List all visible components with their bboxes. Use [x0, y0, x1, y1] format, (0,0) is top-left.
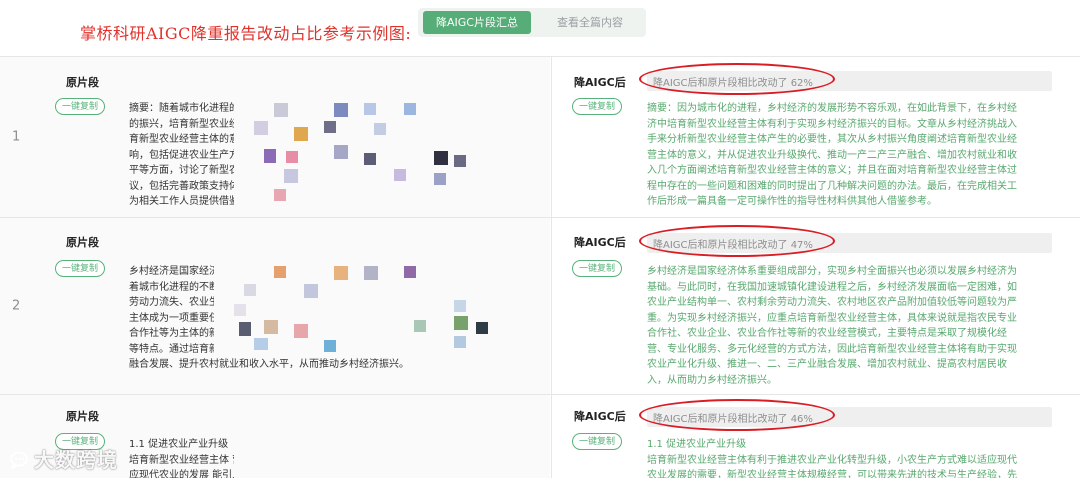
- highlight-oval: [639, 225, 835, 257]
- tab-view-full-text[interactable]: 查看全篇内容: [540, 11, 640, 34]
- original-segment-label: 原片段: [66, 76, 99, 89]
- blur-mosaic: [234, 447, 464, 478]
- comparison-row-1: 1 原片段 一键复制 摘要：随着城市化进程的加快，乡村经济发展面临挑战。为了促进…: [0, 56, 1080, 217]
- original-segment-label: 原片段: [66, 236, 99, 249]
- highlight-oval: [639, 63, 835, 95]
- rewritten-paragraph: 1.1 促进农业产业升级 培育新型农业经营主体有利于推进农业产业化转型升级，小农…: [647, 439, 1017, 478]
- change-ratio-bar: 降AIGC后和原片段相比改动了 62%: [639, 63, 1052, 95]
- rewritten-column: 降AIGC后 一键复制 降AIGC后和原片段相比改动了 47% 乡村经济是国家经…: [551, 218, 1069, 394]
- change-ratio-bar: 降AIGC后和原片段相比改动了 46%: [639, 399, 1052, 431]
- highlight-oval: [639, 399, 835, 431]
- watermark-text: 大数跨境: [34, 448, 118, 472]
- original-segment-label: 原片段: [66, 410, 99, 423]
- rewritten-segment-label: 降AIGC后: [574, 236, 626, 249]
- original-column: 原片段 一键复制 乡村经济是国家经济的重要组成部分，也是实现乡村振兴的关键环节。…: [34, 218, 550, 394]
- change-ratio-bar: 降AIGC后和原片段相比改动了 47%: [639, 225, 1052, 257]
- row-index: 2: [0, 218, 34, 394]
- blur-mosaic: [214, 264, 514, 356]
- header: 掌桥科研AIGC降重报告改动占比参考示例图: 降AIGC片段汇总 查看全篇内容: [0, 0, 1080, 56]
- row-index: 1: [0, 57, 34, 217]
- copy-rewritten-button[interactable]: 一键复制: [572, 433, 622, 450]
- copy-original-button[interactable]: 一键复制: [55, 260, 105, 277]
- copy-rewritten-button[interactable]: 一键复制: [572, 260, 622, 277]
- rewritten-segment-label: 降AIGC后: [574, 76, 626, 89]
- comparison-row-3: 原片段 一键复制 1.1 促进农业产业升级 培育新型农业经营主体 营模式难以适 …: [0, 394, 1080, 478]
- original-column: 原片段 一键复制 摘要：随着城市化进程的加快，乡村经济发展面临挑战。为了促进乡村…: [34, 57, 550, 217]
- copy-original-button[interactable]: 一键复制: [55, 98, 105, 115]
- aigc-report-page: 掌桥科研AIGC降重报告改动占比参考示例图: 降AIGC片段汇总 查看全篇内容 …: [0, 0, 1080, 478]
- comparison-row-2: 2 原片段 一键复制 乡村经济是国家经济的重要组成部分，也是实现乡村振兴的关键环…: [0, 217, 1080, 394]
- chat-bubble-icon: [9, 451, 30, 472]
- tab-bar: 降AIGC片段汇总 查看全篇内容: [418, 8, 646, 37]
- rewritten-column: 降AIGC后 一键复制 降AIGC后和原片段相比改动了 62% 摘要：因为城市化…: [551, 57, 1069, 217]
- blur-mosaic: [234, 101, 504, 209]
- rewritten-paragraph: 摘要：因为城市化的进程，乡村经济的发展形势不容乐观，在如此背景下，在乡村经 济中…: [647, 103, 1017, 207]
- tab-aigc-segment-summary[interactable]: 降AIGC片段汇总: [423, 11, 531, 34]
- copy-rewritten-button[interactable]: 一键复制: [572, 98, 622, 115]
- page-title: 掌桥科研AIGC降重报告改动占比参考示例图:: [80, 24, 412, 43]
- rewritten-paragraph: 乡村经济是国家经济体系重要组成部分，实现乡村全面振兴也必须以发展乡村经济为 基础…: [647, 266, 1017, 386]
- watermark: 大数跨境: [9, 444, 118, 473]
- rewritten-column: 降AIGC后 一键复制 降AIGC后和原片段相比改动了 46% 1.1 促进农业…: [551, 395, 1069, 478]
- rewritten-segment-label: 降AIGC后: [574, 410, 626, 423]
